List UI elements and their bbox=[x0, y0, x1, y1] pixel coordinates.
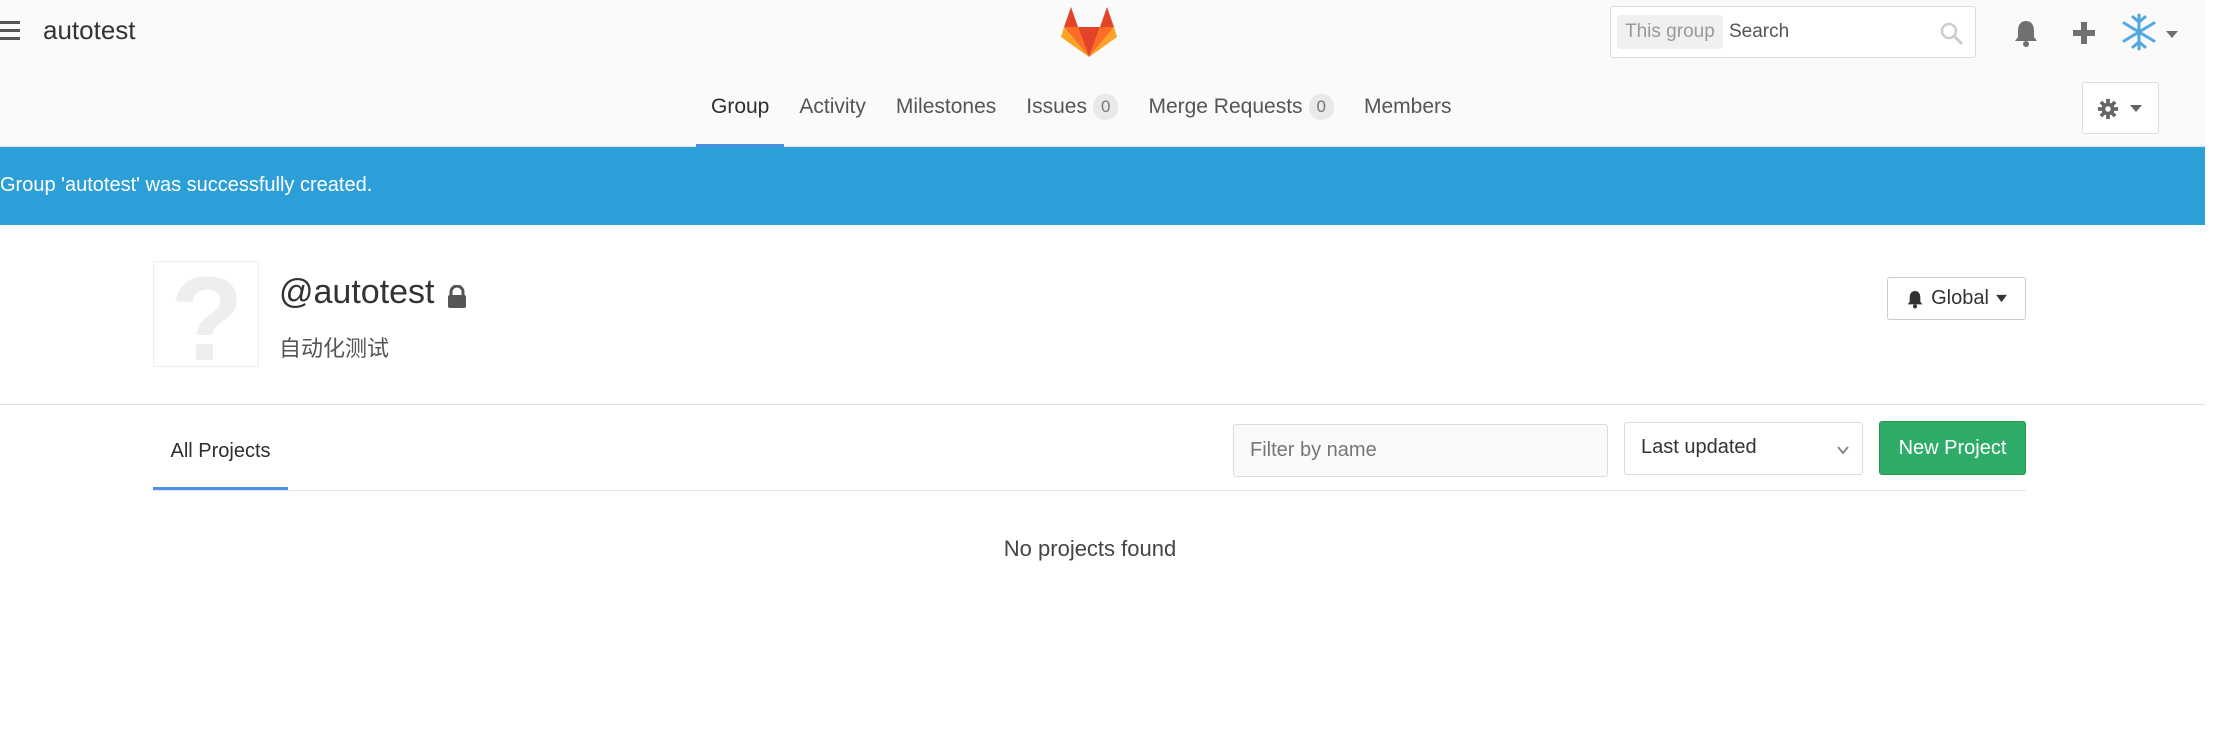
settings-dropdown-button[interactable] bbox=[2082, 82, 2159, 134]
notification-settings-button[interactable]: Global bbox=[1887, 277, 2026, 320]
tab-all-projects[interactable]: All Projects bbox=[153, 418, 288, 490]
lock-icon bbox=[448, 285, 466, 308]
filter-by-name-input[interactable] bbox=[1233, 424, 1608, 477]
notification-level-label: Global bbox=[1931, 287, 1989, 309]
group-avatar: ? bbox=[153, 261, 259, 367]
svg-text:?: ? bbox=[170, 262, 243, 367]
flash-message: Group 'autotest' was successfully create… bbox=[0, 174, 373, 196]
tab-label: Issues bbox=[1026, 95, 1087, 118]
caret-down-icon[interactable] bbox=[2165, 29, 2179, 39]
bell-icon bbox=[1907, 290, 1923, 308]
search-icon[interactable] bbox=[1939, 21, 1963, 45]
tab-label: Group bbox=[711, 95, 770, 118]
window-edge bbox=[2205, 0, 2215, 748]
issues-count-badge: 0 bbox=[1092, 94, 1119, 121]
gitlab-logo[interactable] bbox=[1061, 5, 1117, 59]
plus-icon[interactable] bbox=[2069, 18, 2099, 48]
group-title[interactable]: autotest bbox=[43, 15, 136, 46]
bell-icon[interactable] bbox=[2011, 18, 2041, 48]
sort-dropdown[interactable]: Last updated bbox=[1624, 422, 1863, 475]
group-path: @autotest bbox=[279, 273, 435, 311]
group-nav: Group Activity Milestones Issues 0 Merge … bbox=[696, 84, 1467, 147]
tab-members[interactable]: Members bbox=[1349, 84, 1467, 147]
search-scope-badge[interactable]: This group bbox=[1617, 15, 1723, 49]
tab-merge-requests[interactable]: Merge Requests 0 bbox=[1133, 84, 1349, 147]
tab-label: Merge Requests bbox=[1148, 95, 1303, 118]
section-divider bbox=[0, 404, 2205, 405]
caret-down-icon bbox=[2130, 105, 2142, 112]
search-input[interactable] bbox=[1729, 15, 1929, 49]
chevron-down-icon bbox=[1837, 446, 1849, 455]
tab-activity[interactable]: Activity bbox=[784, 84, 881, 147]
sort-selected-label: Last updated bbox=[1641, 436, 1757, 458]
question-mark-icon: ? bbox=[170, 262, 243, 367]
caret-down-icon bbox=[1996, 294, 2007, 303]
top-header: autotest This group Search Group Activit… bbox=[0, 0, 2205, 147]
tab-group[interactable]: Group bbox=[696, 84, 785, 147]
gear-icon bbox=[2097, 98, 2119, 120]
flash-notice: Group 'autotest' was successfully create… bbox=[0, 147, 2205, 225]
tab-milestones[interactable]: Milestones bbox=[881, 84, 1011, 147]
merge-requests-count-badge: 0 bbox=[1308, 94, 1334, 121]
search-box[interactable]: This group bbox=[1610, 6, 1976, 58]
tab-label: Members bbox=[1364, 95, 1452, 118]
tab-issues[interactable]: Issues 0 bbox=[1011, 84, 1133, 147]
empty-state-message: No projects found bbox=[1003, 536, 1177, 561]
avatar[interactable] bbox=[2119, 12, 2159, 52]
menu-icon[interactable] bbox=[0, 21, 22, 43]
group-description: 自动化测试 bbox=[279, 336, 390, 361]
tab-label: Milestones bbox=[895, 95, 997, 118]
new-project-button[interactable]: New Project bbox=[1879, 421, 2026, 475]
tabs-divider bbox=[153, 490, 2026, 491]
tab-label: Activity bbox=[799, 95, 866, 118]
